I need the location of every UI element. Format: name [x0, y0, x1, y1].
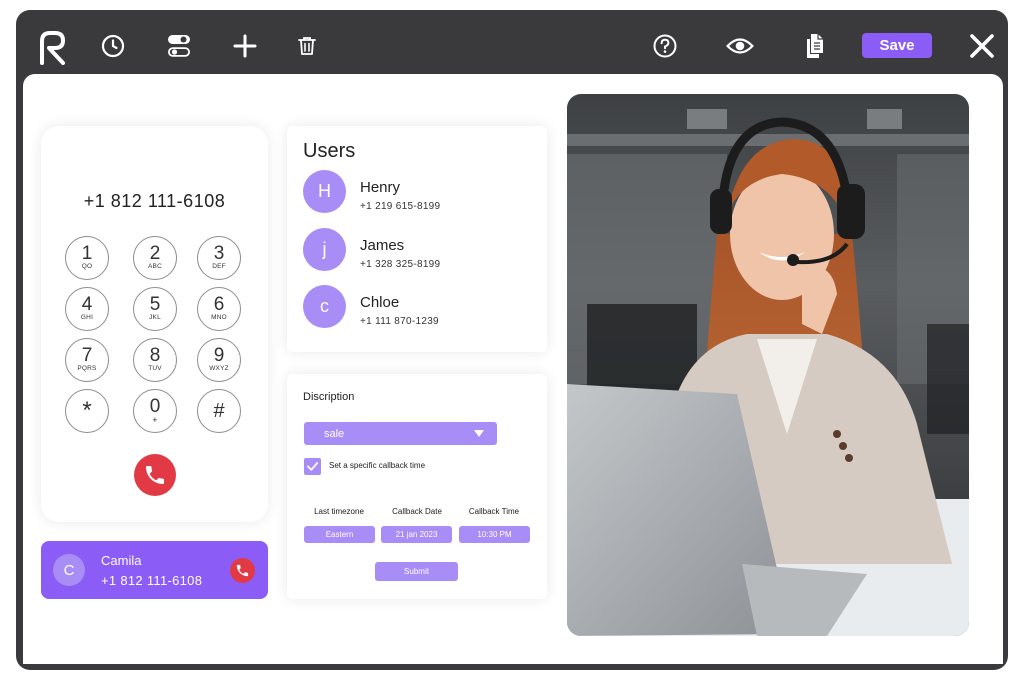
callback-time-label: Callback Time	[468, 507, 520, 516]
app-window: Save +1 812 111-6108 1 QO 2 ABC 3 DEF 4 GHI …	[16, 10, 1008, 670]
users-card: Users H Henry +1 219 615-8199 j James +1…	[287, 126, 547, 352]
avatar: j	[303, 228, 346, 271]
caret-down-icon	[474, 430, 484, 437]
key-4[interactable]: 4 GHI	[65, 287, 109, 331]
description-select[interactable]: sale	[304, 422, 497, 445]
user-item-chloe[interactable]: c Chloe +1 111 870-1239	[303, 285, 533, 335]
user-item-james[interactable]: j James +1 328 325-8199	[303, 228, 533, 278]
logo-icon[interactable]	[36, 26, 68, 66]
key-3[interactable]: 3 DEF	[197, 236, 241, 280]
key-6[interactable]: 6 MNO	[197, 287, 241, 331]
callback-time-field[interactable]: 10:30 PM	[459, 526, 530, 543]
avatar: c	[303, 285, 346, 328]
key-1[interactable]: 1 QO	[65, 236, 109, 280]
key-star[interactable]: *	[65, 389, 109, 433]
close-icon[interactable]	[968, 32, 996, 60]
agent-photo	[567, 94, 969, 636]
key-8[interactable]: 8 TUV	[133, 338, 177, 382]
main-content: +1 812 111-6108 1 QO 2 ABC 3 DEF 4 GHI 5 JKL …	[23, 74, 1003, 664]
callback-date-label: Callback Date	[392, 507, 442, 516]
hang-up-button[interactable]	[230, 558, 255, 583]
call-button[interactable]	[134, 454, 176, 496]
callback-checkbox-label: Set a specific callback time	[329, 461, 426, 470]
checkmark-icon	[307, 462, 319, 471]
avatar: C	[53, 554, 85, 586]
user-phone: +1 219 615-8199	[360, 201, 441, 212]
user-phone: +1 328 325-8199	[360, 259, 441, 270]
key-2[interactable]: 2 ABC	[133, 236, 177, 280]
key-0[interactable]: 0 +	[133, 389, 177, 433]
user-name: James	[360, 237, 405, 254]
callback-checkbox[interactable]	[304, 458, 321, 475]
users-title: Users	[303, 140, 356, 162]
avatar: H	[303, 170, 346, 213]
user-name: Chloe	[360, 294, 400, 311]
user-phone: +1 111 870-1239	[360, 316, 439, 327]
add-icon[interactable]	[231, 32, 259, 60]
key-5[interactable]: 5 JKL	[133, 287, 177, 331]
user-item-henry[interactable]: H Henry +1 219 615-8199	[303, 170, 533, 220]
description-label: Discription	[303, 391, 355, 403]
timezone-field[interactable]: Eastern	[304, 526, 375, 543]
key-9[interactable]: 9 WXYZ	[197, 338, 241, 382]
phone-icon	[146, 466, 164, 484]
timezone-label: Last timezone	[314, 507, 364, 516]
key-hash[interactable]: #	[197, 389, 241, 433]
callback-date-field[interactable]: 21 jan 2023	[381, 526, 452, 543]
copy-icon[interactable]	[804, 32, 826, 60]
toggle-settings-icon[interactable]	[165, 32, 193, 60]
user-name: Henry	[360, 179, 401, 196]
trash-icon[interactable]	[297, 35, 317, 57]
active-call-card[interactable]: C Camila +1 812 111-6108	[41, 541, 268, 599]
toolbar: Save	[16, 10, 1008, 76]
caller-name: Camila	[101, 553, 142, 568]
phone-icon	[236, 564, 249, 577]
caller-number: +1 812 111-6108	[101, 573, 203, 588]
help-icon[interactable]	[652, 33, 678, 59]
save-button[interactable]: Save	[862, 33, 932, 58]
dialer-card: +1 812 111-6108 1 QO 2 ABC 3 DEF 4 GHI 5 JKL …	[41, 126, 268, 522]
history-icon[interactable]	[100, 33, 126, 59]
eye-icon[interactable]	[725, 35, 755, 57]
description-form: Discription sale Set a specific callback…	[287, 374, 547, 599]
submit-button[interactable]: Submit	[375, 562, 458, 581]
key-7[interactable]: 7 PQRS	[65, 338, 109, 382]
dialed-number: +1 812 111-6108	[83, 191, 226, 211]
select-value: sale	[324, 427, 345, 440]
